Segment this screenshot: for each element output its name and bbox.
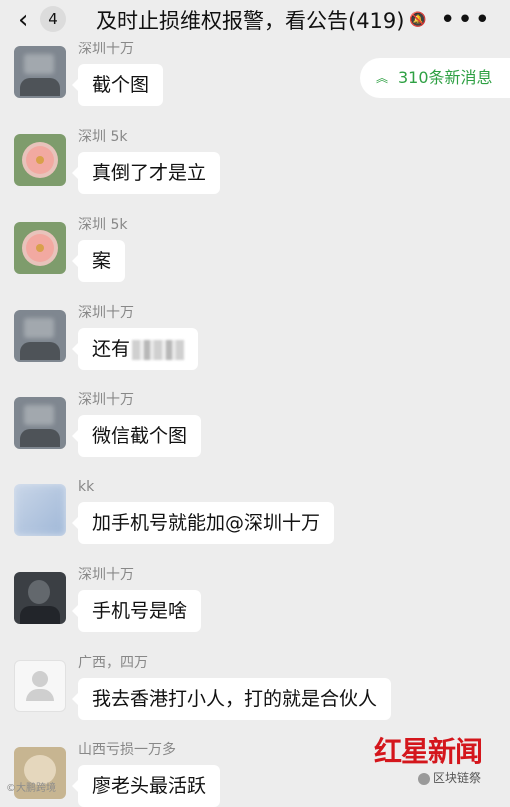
message-bubble[interactable]: 真倒了才是立 bbox=[71, 152, 221, 194]
sender-name: 深圳十万 bbox=[78, 392, 134, 408]
redacted-text-blur bbox=[132, 339, 185, 360]
sender-avatar[interactable] bbox=[14, 572, 66, 624]
news-logo-watermark: 红星新闻 bbox=[374, 735, 483, 768]
message-bubble[interactable]: 微信截个图 bbox=[71, 415, 202, 457]
sender-name: kk bbox=[78, 479, 95, 495]
source-watermark: ©大鹏跨境 bbox=[6, 783, 56, 794]
message-bubble[interactable]: 截个图 bbox=[71, 64, 164, 106]
message-bubble[interactable]: 手机号是啥 bbox=[71, 590, 202, 632]
wechat-channel-icon bbox=[418, 772, 430, 785]
sender-avatar[interactable] bbox=[14, 484, 66, 536]
sender-name: 深圳十万 bbox=[78, 567, 134, 583]
new-messages-button[interactable]: ︽ 310条新消息 bbox=[360, 58, 510, 98]
sender-name: 深圳十万 bbox=[78, 305, 134, 321]
sender-name: 深圳 5k bbox=[78, 129, 128, 145]
channel-watermark: 区块链祭 bbox=[418, 770, 481, 786]
mute-bell-icon: 🔕 bbox=[409, 12, 427, 28]
chat-title: 及时止损维权报警，看公告(419) bbox=[96, 9, 405, 33]
message-bubble[interactable]: 廖老头最活跃 bbox=[71, 765, 221, 807]
message-text: 还有 bbox=[92, 338, 131, 360]
sender-name: 山西亏损一万多 bbox=[78, 742, 176, 758]
message-bubble[interactable]: 加手机号就能加@深圳十万 bbox=[71, 502, 335, 544]
sender-name: 广西，四万 bbox=[78, 655, 148, 671]
sender-avatar[interactable] bbox=[14, 397, 66, 449]
sender-avatar[interactable] bbox=[14, 46, 66, 98]
more-options-button[interactable]: ••• bbox=[440, 7, 492, 33]
chat-header: ‹ 4 及时止损维权报警，看公告(419) 🔕 ••• bbox=[0, 0, 510, 42]
sender-name: 深圳十万 bbox=[78, 41, 134, 57]
message-bubble[interactable]: 还有 bbox=[71, 328, 199, 370]
sender-avatar[interactable] bbox=[14, 134, 66, 186]
message-bubble[interactable]: 案 bbox=[71, 240, 126, 282]
channel-watermark-label: 区块链祭 bbox=[433, 771, 482, 785]
sender-avatar[interactable] bbox=[14, 660, 66, 712]
sender-name: 深圳 5k bbox=[78, 217, 128, 233]
sender-avatar[interactable] bbox=[14, 310, 66, 362]
sender-avatar[interactable] bbox=[14, 222, 66, 274]
message-bubble[interactable]: 我去香港打小人，打的就是合伙人 bbox=[71, 678, 392, 720]
unread-count-badge[interactable]: 4 bbox=[40, 6, 66, 32]
new-messages-label: 310条新消息 bbox=[398, 68, 493, 87]
double-chevron-up-icon: ︽ bbox=[376, 71, 389, 85]
